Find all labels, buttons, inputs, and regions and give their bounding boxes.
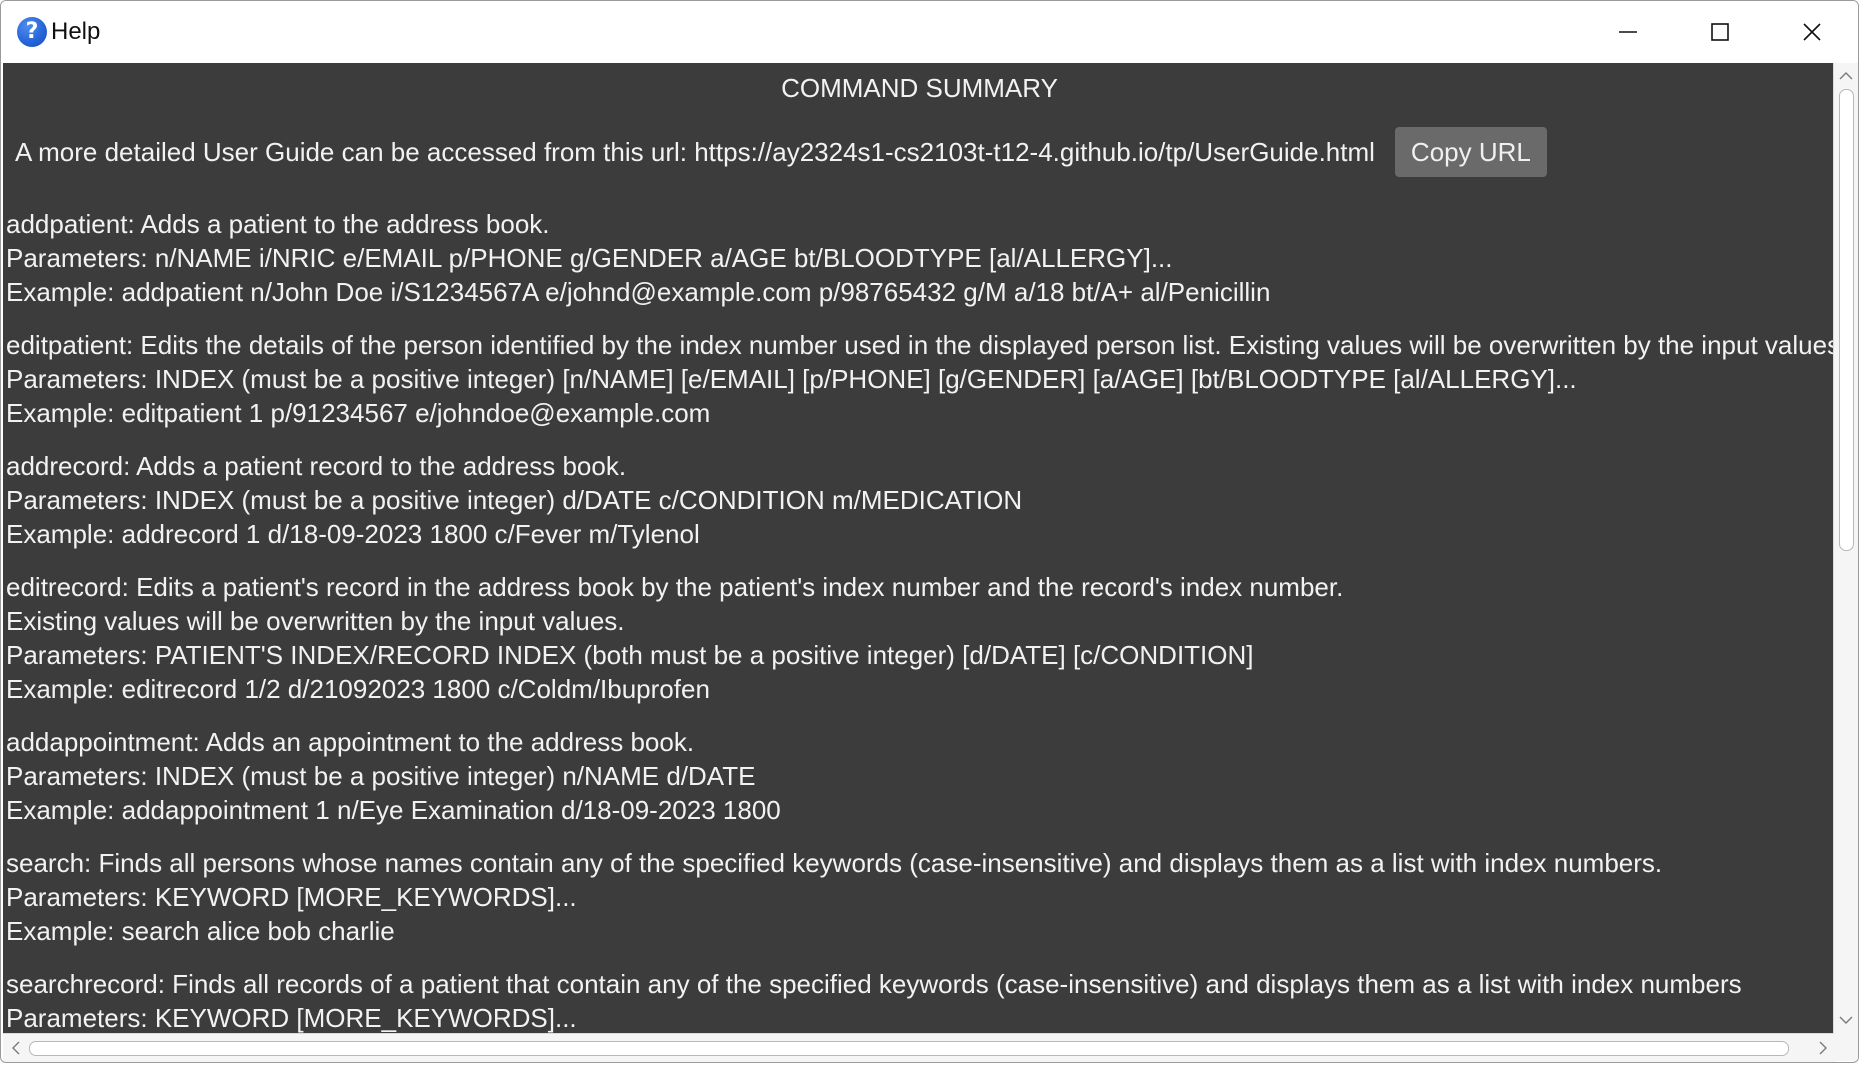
command-parameters: Parameters: KEYWORD [MORE_KEYWORDS]... <box>6 1003 577 1033</box>
command-example: Example: search alice bob charlie <box>6 916 395 946</box>
copy-url-button[interactable]: Copy URL <box>1394 127 1547 177</box>
window-controls <box>1582 1 1858 63</box>
chevron-left-icon <box>12 1041 20 1055</box>
command-block-addrecord: addrecord: Adds a patient record to the … <box>6 449 1836 551</box>
scroll-left-button[interactable] <box>5 1034 27 1062</box>
help-window: ? Help COMMAND SUMMARY A more detailed U… <box>0 0 1862 1066</box>
command-description: addpatient: Adds a patient to the addres… <box>6 209 550 239</box>
window-frame: ? Help COMMAND SUMMARY A more detailed U… <box>0 0 1859 1063</box>
chevron-down-icon <box>1839 1016 1853 1024</box>
command-description-cont: Existing values will be overwritten by t… <box>6 606 625 636</box>
maximize-button[interactable] <box>1674 1 1766 63</box>
command-description: addrecord: Adds a patient record to the … <box>6 451 627 481</box>
chevron-right-icon <box>1819 1041 1827 1055</box>
command-parameters: Parameters: INDEX (must be a positive in… <box>6 364 1577 394</box>
command-description: searchrecord: Finds all records of a pat… <box>6 969 1742 999</box>
command-description: addappointment: Adds an appointment to t… <box>6 727 695 757</box>
command-block-addpatient: addpatient: Adds a patient to the addres… <box>6 207 1836 309</box>
command-parameters: Parameters: n/NAME i/NRIC e/EMAIL p/PHON… <box>6 243 1173 273</box>
command-description: editrecord: Edits a patient's record in … <box>6 572 1344 602</box>
horizontal-scroll-thumb[interactable] <box>29 1041 1789 1056</box>
command-block-searchrecord: searchrecord: Finds all records of a pat… <box>6 967 1836 1033</box>
question-icon: ? <box>17 17 47 47</box>
maximize-icon <box>1711 23 1729 41</box>
horizontal-scrollbar[interactable] <box>3 1033 1836 1062</box>
command-example: Example: addpatient n/John Doe i/S123456… <box>6 277 1271 307</box>
command-parameters: Parameters: KEYWORD [MORE_KEYWORDS]... <box>6 882 577 912</box>
vertical-scrollbar[interactable] <box>1833 63 1858 1033</box>
command-block-editpatient: editpatient: Edits the details of the pe… <box>6 328 1836 430</box>
command-description: editpatient: Edits the details of the pe… <box>6 330 1836 360</box>
scroll-down-button[interactable] <box>1834 1009 1858 1031</box>
command-example: Example: addappointment 1 n/Eye Examinat… <box>6 795 781 825</box>
window-title: Help <box>51 18 101 45</box>
scroll-right-button[interactable] <box>1812 1034 1834 1062</box>
close-icon <box>1803 23 1821 41</box>
command-example: Example: addrecord 1 d/18-09-2023 1800 c… <box>6 519 700 549</box>
command-block-search: search: Finds all persons whose names co… <box>6 846 1836 948</box>
vertical-scroll-thumb[interactable] <box>1839 89 1854 551</box>
scroll-up-button[interactable] <box>1834 65 1858 87</box>
command-list: addpatient: Adds a patient to the addres… <box>6 207 1836 1033</box>
title-bar[interactable]: ? Help <box>1 1 1858 63</box>
chevron-up-icon <box>1839 72 1853 80</box>
command-parameters: Parameters: INDEX (must be a positive in… <box>6 761 756 791</box>
command-description: search: Finds all persons whose names co… <box>6 848 1663 878</box>
close-button[interactable] <box>1766 1 1858 63</box>
minimize-button[interactable] <box>1582 1 1674 63</box>
command-parameters: Parameters: INDEX (must be a positive in… <box>6 485 1023 515</box>
command-summary-heading: COMMAND SUMMARY <box>781 73 1058 103</box>
user-guide-url-text: A more detailed User Guide can be access… <box>15 136 1375 167</box>
help-content: COMMAND SUMMARY A more detailed User Gui… <box>3 63 1836 1033</box>
command-block-editrecord: editrecord: Edits a patient's record in … <box>6 570 1836 706</box>
command-example: Example: editpatient 1 p/91234567 e/john… <box>6 398 711 428</box>
minimize-icon <box>1619 31 1637 33</box>
user-guide-url-row: A more detailed User Guide can be access… <box>15 127 1547 177</box>
command-example: Example: editrecord 1/2 d/21092023 1800 … <box>6 674 710 704</box>
scrollbar-corner <box>1834 1033 1858 1061</box>
command-parameters: Parameters: PATIENT'S INDEX/RECORD INDEX… <box>6 640 1254 670</box>
command-block-addappointment: addappointment: Adds an appointment to t… <box>6 725 1836 827</box>
